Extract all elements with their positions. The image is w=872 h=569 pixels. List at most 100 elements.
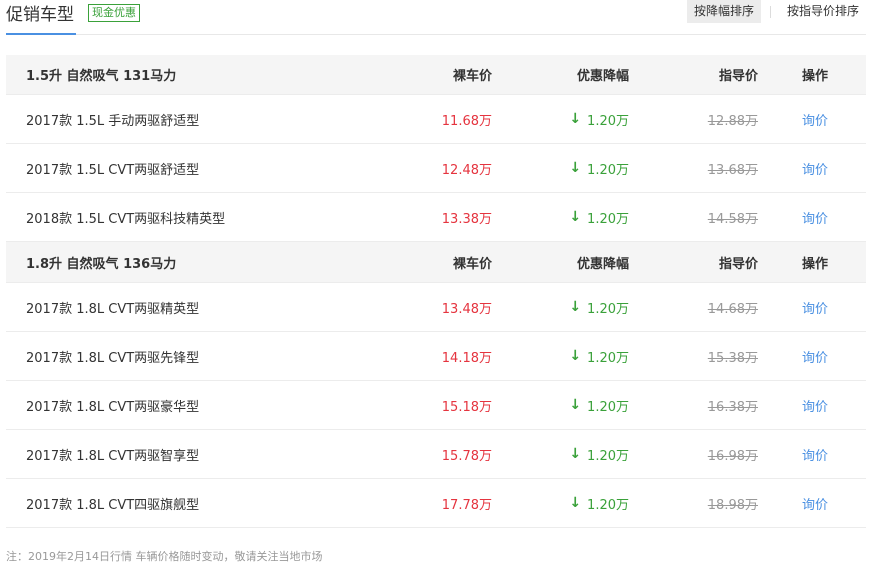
price-cell: 17.78万 xyxy=(442,479,492,527)
action-cell: 询价 xyxy=(802,479,828,527)
dealer-price: 14.18万 xyxy=(441,350,492,366)
guide-price: 12.88万 xyxy=(707,113,758,129)
group-header-row: 1.5升 自然吸气 131马力 裸车价 优惠降幅 指导价 操作 xyxy=(6,55,866,95)
action-cell: 询价 xyxy=(802,381,828,429)
page-title: 促销车型 xyxy=(6,5,74,25)
guide-price: 14.58万 xyxy=(707,211,758,227)
column-header-discount: 优惠降幅 xyxy=(576,256,629,272)
dealer-price: 15.78万 xyxy=(441,448,492,464)
promo-tab[interactable]: 促销车型 xyxy=(6,0,76,35)
discount-amount: 1.20万 xyxy=(587,448,629,464)
table-row: 2017款 1.8L CVT两驱精英型 13.48万 ↓ 1.20万 14.68万 询价 xyxy=(6,283,866,332)
guide-price: 14.68万 xyxy=(707,301,758,317)
price-cell: 12.48万 xyxy=(442,144,492,192)
guide-price-cell: 15.38万 xyxy=(708,332,758,380)
model-name: 2017款 1.5L CVT两驱舒适型 xyxy=(26,162,200,178)
discount-cell: ↓ 1.20万 xyxy=(569,332,629,380)
table-row: 2017款 1.5L CVT两驱舒适型 12.48万 ↓ 1.20万 13.68万 询价 xyxy=(6,144,866,193)
dealer-price: 11.68万 xyxy=(441,113,492,129)
dealer-price: 13.38万 xyxy=(441,211,492,227)
table-row: 2017款 1.8L CVT两驱先锋型 14.18万 ↓ 1.20万 15.38万 询价 xyxy=(6,332,866,381)
group-engine-label: 1.8升 自然吸气 136马力 xyxy=(26,256,177,272)
inquire-price-link[interactable]: 询价 xyxy=(802,110,828,129)
guide-price: 16.38万 xyxy=(707,399,758,415)
guide-price: 15.38万 xyxy=(707,350,758,366)
model-name: 2017款 1.8L CVT两驱先锋型 xyxy=(26,350,200,366)
arrow-down-icon: ↓ xyxy=(569,495,582,511)
discount-amount: 1.20万 xyxy=(587,350,629,366)
discount-amount: 1.20万 xyxy=(587,211,629,227)
guide-price-cell: 16.38万 xyxy=(708,381,758,429)
column-header-guide-price: 指导价 xyxy=(718,256,758,272)
table-row: 2017款 1.8L CVT两驱豪华型 15.18万 ↓ 1.20万 16.38万 询价 xyxy=(6,381,866,430)
arrow-down-icon: ↓ xyxy=(569,348,582,364)
action-cell: 询价 xyxy=(802,193,828,241)
dealer-price: 17.78万 xyxy=(441,497,492,513)
arrow-down-icon: ↓ xyxy=(569,209,582,225)
footnote: 注：2019年2月14日行情 车辆价格随时变动，敬请关注当地市场 xyxy=(6,550,323,563)
discount-cell: ↓ 1.20万 xyxy=(569,430,629,478)
column-header-action: 操作 xyxy=(801,256,828,272)
price-cell: 15.18万 xyxy=(442,381,492,429)
dealer-price: 13.48万 xyxy=(441,301,492,317)
arrow-down-icon: ↓ xyxy=(569,397,582,413)
model-name: 2017款 1.5L 手动两驱舒适型 xyxy=(26,113,200,129)
arrow-down-icon: ↓ xyxy=(569,160,582,176)
sort-divider xyxy=(769,5,771,18)
guide-price-cell: 13.68万 xyxy=(708,144,758,192)
dealer-price: 12.48万 xyxy=(441,162,492,178)
table-row: 2017款 1.8L CVT四驱旗舰型 17.78万 ↓ 1.20万 18.98万 询价 xyxy=(6,479,866,528)
discount-amount: 1.20万 xyxy=(587,113,629,129)
action-cell: 询价 xyxy=(802,283,828,331)
action-cell: 询价 xyxy=(802,144,828,192)
inquire-price-link[interactable]: 询价 xyxy=(802,208,828,227)
header-divider xyxy=(6,34,866,35)
discount-cell: ↓ 1.20万 xyxy=(569,381,629,429)
model-name: 2017款 1.8L CVT两驱豪华型 xyxy=(26,399,200,415)
discount-cell: ↓ 1.20万 xyxy=(569,193,629,241)
discount-amount: 1.20万 xyxy=(587,162,629,178)
discount-cell: ↓ 1.20万 xyxy=(569,283,629,331)
dealer-price: 15.18万 xyxy=(441,399,492,415)
discount-cell: ↓ 1.20万 xyxy=(569,95,629,143)
model-name: 2018款 1.5L CVT两驱科技精英型 xyxy=(26,211,226,227)
sort-controls: 按降幅排序 按指导价排序 xyxy=(686,0,866,23)
guide-price-cell: 16.98万 xyxy=(708,430,758,478)
cash-discount-badge: 现金优惠 xyxy=(88,4,140,22)
column-header-discount: 优惠降幅 xyxy=(576,69,629,84)
guide-price-cell: 12.88万 xyxy=(708,95,758,143)
table-row: 2017款 1.8L CVT两驱智享型 15.78万 ↓ 1.20万 16.98万 询价 xyxy=(6,430,866,479)
guide-price-cell: 18.98万 xyxy=(708,479,758,527)
arrow-down-icon: ↓ xyxy=(569,299,582,315)
price-cell: 13.38万 xyxy=(442,193,492,241)
inquire-price-link[interactable]: 询价 xyxy=(802,494,828,513)
model-name: 2017款 1.8L CVT两驱精英型 xyxy=(26,301,200,317)
inquire-price-link[interactable]: 询价 xyxy=(802,347,828,366)
inquire-price-link[interactable]: 询价 xyxy=(802,396,828,415)
column-header-guide-price: 指导价 xyxy=(718,69,758,84)
inquire-price-link[interactable]: 询价 xyxy=(802,159,828,178)
column-header-price: 裸车价 xyxy=(452,256,492,272)
column-header-price: 裸车价 xyxy=(452,69,492,84)
guide-price-cell: 14.58万 xyxy=(708,193,758,241)
arrow-down-icon: ↓ xyxy=(569,111,582,127)
discount-cell: ↓ 1.20万 xyxy=(569,479,629,527)
price-cell: 13.48万 xyxy=(442,283,492,331)
model-name: 2017款 1.8L CVT两驱智享型 xyxy=(26,448,200,464)
inquire-price-link[interactable]: 询价 xyxy=(802,298,828,317)
action-cell: 询价 xyxy=(802,332,828,380)
inquire-price-link[interactable]: 询价 xyxy=(802,445,828,464)
guide-price-cell: 14.68万 xyxy=(708,283,758,331)
action-cell: 询价 xyxy=(802,430,828,478)
price-cell: 15.78万 xyxy=(442,430,492,478)
column-header-action: 操作 xyxy=(801,69,828,84)
sort-by-guide-price-button[interactable]: 按指导价排序 xyxy=(780,0,866,23)
discount-cell: ↓ 1.20万 xyxy=(569,144,629,192)
group-engine-label: 1.5升 自然吸气 131马力 xyxy=(26,69,177,84)
price-cell: 11.68万 xyxy=(442,95,492,143)
discount-amount: 1.20万 xyxy=(587,497,629,513)
discount-amount: 1.20万 xyxy=(587,301,629,317)
sort-by-discount-button[interactable]: 按降幅排序 xyxy=(686,0,761,23)
guide-price: 13.68万 xyxy=(707,162,758,178)
guide-price: 16.98万 xyxy=(707,448,758,464)
